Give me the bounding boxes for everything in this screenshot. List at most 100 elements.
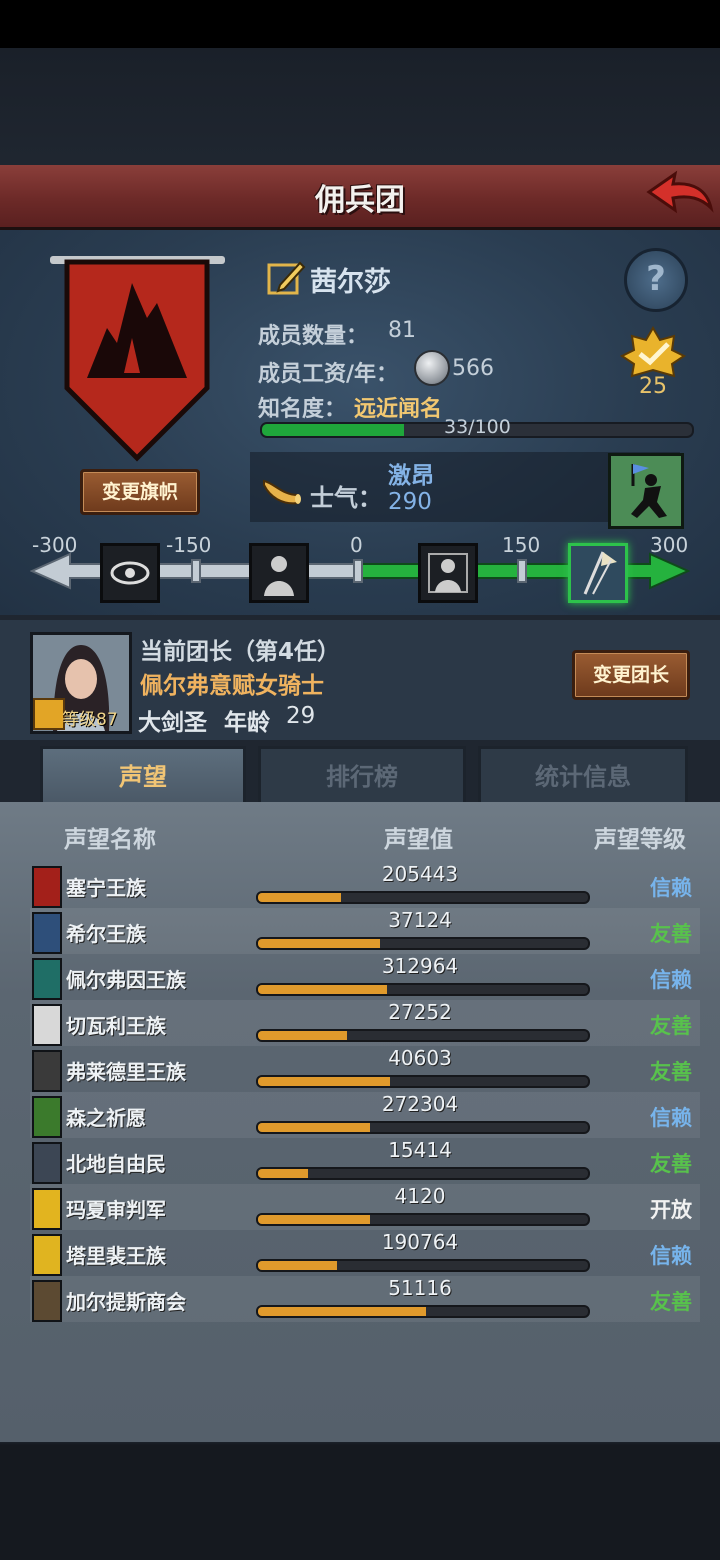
back-button[interactable] [645, 168, 715, 224]
reputation-row[interactable]: 佩尔弗因王族 312964 信赖 [30, 954, 700, 1000]
faction-crest-icon [32, 1188, 62, 1230]
company-name: 茜尔莎 [310, 267, 391, 298]
reputation-progress-bar [256, 1167, 590, 1180]
reputation-value: 4120 [394, 1184, 446, 1208]
fame-rank: 远近闻名 [354, 397, 443, 422]
reputation-row[interactable]: 森之祈愿 272304 信赖 [30, 1092, 700, 1138]
morale-charge-icon[interactable] [608, 453, 684, 529]
reputation-value: 190764 [381, 1230, 459, 1254]
reputation-row[interactable]: 塔里裴王族 190764 信赖 [30, 1230, 700, 1276]
reputation-level: 信赖 [650, 968, 692, 992]
reputation-progress-fill [258, 1031, 348, 1040]
morale-tier-despair-icon [249, 543, 309, 603]
reputation-progress-fill [258, 985, 387, 994]
leader-class: 大剑圣 [138, 710, 207, 736]
tab-ranking[interactable]: 排行榜 [258, 746, 466, 808]
reputation-value: 27252 [388, 1000, 452, 1024]
faction-crest-icon [32, 866, 62, 908]
help-icon[interactable]: ? [624, 248, 688, 312]
reputation-progress-bar [256, 1305, 590, 1318]
morale-state: 激昂 [388, 463, 434, 489]
reputation-row[interactable]: 加尔提斯商会 51116 友善 [30, 1276, 700, 1322]
reputation-value: 37124 [388, 908, 452, 932]
reputation-progress-fill [258, 1261, 338, 1270]
reputation-level: 信赖 [650, 1244, 692, 1268]
edit-name-icon[interactable] [266, 257, 306, 297]
reputation-value: 272304 [381, 1092, 459, 1116]
faction-name: 北地自由民 [66, 1152, 166, 1176]
reputation-row[interactable]: 希尔王族 37124 友善 [30, 908, 700, 954]
reputation-progress-bar [256, 1075, 590, 1088]
morale-value: 290 [388, 489, 432, 515]
wage-label: 成员工资/年： [258, 362, 399, 387]
faction-name: 塞宁王族 [66, 876, 146, 900]
reputation-row[interactable]: 北地自由民 15414 友善 [30, 1138, 700, 1184]
faction-name: 切瓦利王族 [66, 1014, 166, 1038]
faction-crest-icon [32, 1096, 62, 1138]
reputation-progress-fill [258, 1169, 308, 1178]
fame-label: 知名度： [258, 397, 347, 422]
leader-title: 当前团长（第4任） [140, 639, 341, 665]
reputation-progress-bar [256, 937, 590, 950]
reputation-progress-fill [258, 893, 341, 902]
reputation-row[interactable]: 弗莱德里王族 40603 友善 [30, 1046, 700, 1092]
wage-value: 566 [452, 356, 494, 381]
reputation-progress-bar [256, 1029, 590, 1042]
reputation-level: 友善 [650, 922, 692, 946]
change-banner-button[interactable]: 变更旗帜 [80, 469, 200, 515]
page-title: 佣兵团 [315, 183, 405, 218]
morale-tier-fear-icon [100, 543, 160, 603]
faction-name: 加尔提斯商会 [66, 1290, 186, 1314]
column-header-level: 声望等级 [594, 827, 686, 853]
horn-icon [263, 479, 301, 505]
leader-name: 佩尔弗意赋女骑士 [140, 673, 324, 699]
faction-crest-icon [32, 1234, 62, 1276]
reputation-row[interactable]: 切瓦利王族 27252 友善 [30, 1000, 700, 1046]
reputation-level: 友善 [650, 1060, 692, 1084]
reputation-level: 开放 [650, 1198, 692, 1222]
faction-name: 希尔王族 [66, 922, 146, 946]
faction-name: 森之祈愿 [66, 1106, 146, 1130]
sword-class-icon [33, 698, 65, 730]
back-arrow-icon [646, 170, 714, 214]
morale-tier-calm-icon [418, 543, 478, 603]
fame-progress-fill [262, 424, 404, 436]
reputation-progress-fill [258, 1123, 371, 1132]
column-header-name: 声望名称 [64, 827, 156, 853]
leader-level: 等级87 [62, 710, 118, 730]
faction-name: 塔里裴王族 [66, 1244, 166, 1268]
reputation-row[interactable]: 玛夏审判军 4120 开放 [30, 1184, 700, 1230]
reputation-row[interactable]: 塞宁王族 205443 信赖 [30, 862, 700, 908]
reputation-progress-fill [258, 1215, 371, 1224]
morale-label: 士气： [310, 484, 382, 512]
faction-crest-icon [32, 958, 62, 1000]
faction-name: 佩尔弗因王族 [66, 968, 186, 992]
tab-reputation[interactable]: 声望 [40, 746, 246, 805]
reputation-progress-bar [256, 1259, 590, 1272]
faction-crest-icon [32, 1280, 62, 1322]
reputation-progress-bar [256, 1213, 590, 1226]
tab-statistics[interactable]: 统计信息 [478, 746, 688, 808]
column-header-value: 声望值 [384, 827, 453, 853]
members-label: 成员数量： [258, 324, 369, 349]
fame-progress-text: 33/100 [444, 416, 511, 438]
reputation-level: 友善 [650, 1290, 692, 1314]
leader-age-label: 年龄 [224, 710, 270, 736]
faction-crest-icon [32, 1004, 62, 1046]
reputation-level: 信赖 [650, 1106, 692, 1130]
faction-crest-icon [32, 912, 62, 954]
company-banner-icon [64, 259, 210, 462]
charging-soldier-icon [611, 456, 681, 526]
faction-name: 玛夏审判军 [66, 1198, 166, 1222]
reputation-value: 312964 [381, 954, 459, 978]
reputation-progress-bar [256, 1121, 590, 1134]
reputation-value: 51116 [388, 1276, 452, 1300]
reputation-progress-bar [256, 891, 590, 904]
reputation-level: 友善 [650, 1152, 692, 1176]
reputation-progress-bar [256, 983, 590, 996]
rank-badge-value: 25 [639, 374, 667, 399]
reputation-value: 40603 [388, 1046, 452, 1070]
change-leader-button[interactable]: 变更团长 [572, 650, 690, 700]
faction-name: 弗莱德里王族 [66, 1060, 186, 1084]
morale-tier-inspired-icon [568, 543, 628, 603]
